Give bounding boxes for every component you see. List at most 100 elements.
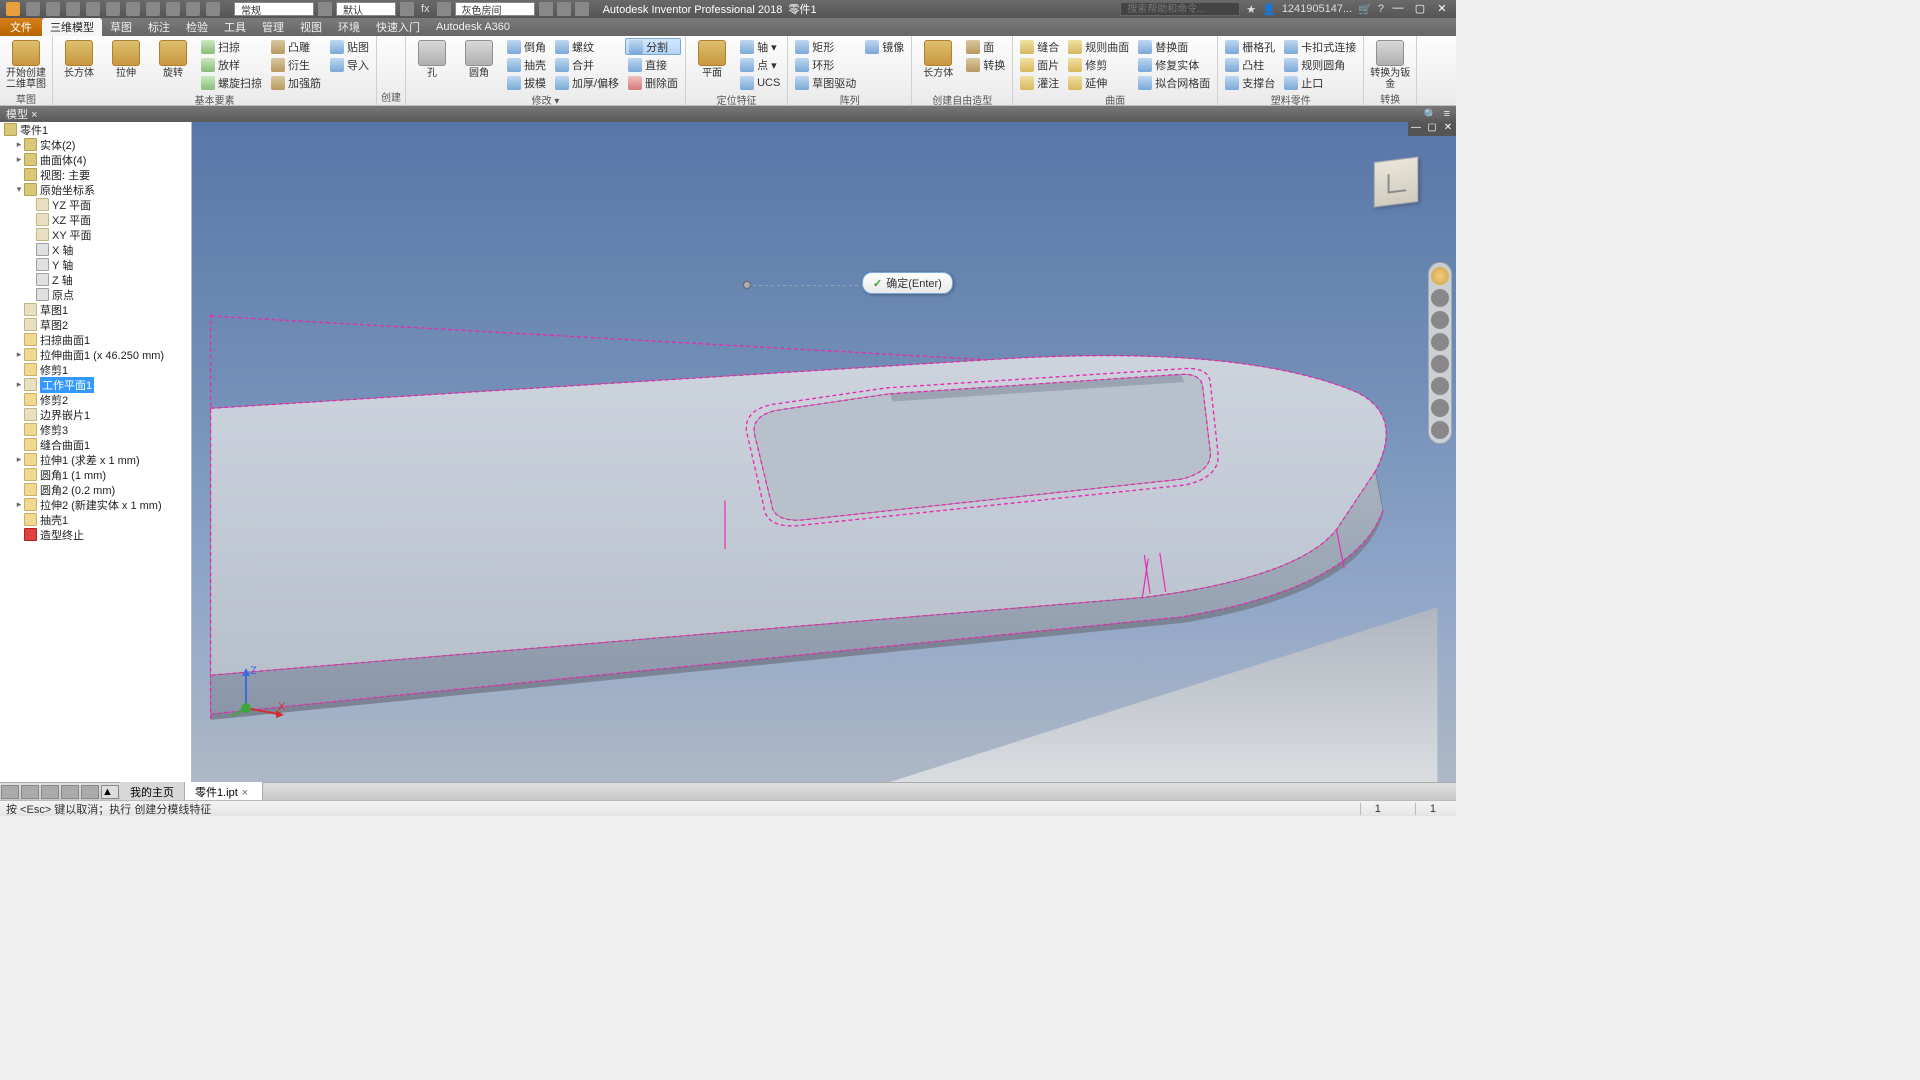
qat-redo-icon[interactable] (106, 2, 120, 16)
ribbon-small-button[interactable]: 导入 (327, 56, 372, 73)
qat-save-icon[interactable] (66, 2, 80, 16)
qat-icon[interactable] (186, 2, 200, 16)
ribbon-small-button[interactable]: 凸柱 (1222, 56, 1278, 73)
ribbon-small-button[interactable]: 灌注 (1017, 74, 1062, 91)
docbar-icon[interactable] (1, 785, 19, 799)
ribbon-small-button[interactable]: 支撑台 (1222, 74, 1278, 91)
tree-node[interactable]: 圆角2 (0.2 mm) (0, 482, 191, 497)
ribbon-small-button[interactable]: 螺纹 (552, 38, 622, 55)
ribbon-small-button[interactable]: 环形 (792, 56, 859, 73)
ribbon-small-button[interactable]: 衍生 (268, 56, 324, 73)
tree-node[interactable]: 视图: 主要 (0, 167, 191, 182)
tree-node[interactable]: YZ 平面 (0, 197, 191, 212)
tree-node[interactable]: ▸曲面体(4) (0, 152, 191, 167)
tree-node[interactable]: ▸拉伸1 (求差 x 1 mm) (0, 452, 191, 467)
ribbon-small-button[interactable]: 轴 ▾ (737, 38, 783, 55)
zoom-icon[interactable] (1431, 311, 1449, 329)
ribbon-small-button[interactable]: 面片 (1017, 56, 1062, 73)
qat-print-icon[interactable] (126, 2, 140, 16)
ribbon-small-button[interactable]: 镜像 (862, 38, 907, 55)
tree-node[interactable]: ▸实体(2) (0, 137, 191, 152)
tree-node[interactable]: ▸拉伸曲面1 (x 46.250 mm) (0, 347, 191, 362)
model-browser-tree[interactable]: 零件1▸实体(2)▸曲面体(4)视图: 主要▾原始坐标系YZ 平面XZ 平面XY… (0, 122, 192, 782)
ribbon-small-button[interactable]: 修剪 (1065, 56, 1132, 73)
ribbon-big-button[interactable]: 长方体 (916, 38, 960, 90)
ribbon-tab[interactable]: 快速入门 (368, 18, 428, 36)
ribbon-tab[interactable]: 工具 (216, 18, 254, 36)
combo-icon[interactable] (318, 2, 332, 16)
ribbon-big-button[interactable]: 开始创建二维草图 (4, 38, 48, 90)
icon[interactable] (557, 2, 571, 16)
app-icon[interactable] (6, 2, 20, 16)
ribbon-small-button[interactable]: 抽壳 (504, 56, 549, 73)
nav-icon[interactable] (1431, 399, 1449, 417)
ribbon-small-button[interactable]: 卡扣式连接 (1281, 38, 1359, 55)
tree-node[interactable]: 造型终止 (0, 527, 191, 542)
ribbon-small-button[interactable]: 贴图 (327, 38, 372, 55)
search-icon[interactable]: 🔍 (1424, 108, 1438, 121)
ribbon-tab[interactable]: 检验 (178, 18, 216, 36)
ribbon-small-button[interactable]: 矩形 (792, 38, 859, 55)
ribbon-small-button[interactable]: 凸雕 (268, 38, 324, 55)
tree-node[interactable]: X 轴 (0, 242, 191, 257)
star-icon[interactable]: ★ (1246, 3, 1256, 16)
qat-icon[interactable] (166, 2, 180, 16)
restore-button[interactable]: ▢ (1412, 2, 1428, 16)
tree-node[interactable]: 修剪2 (0, 392, 191, 407)
ribbon-small-button[interactable]: 放样 (198, 56, 265, 73)
ribbon-small-button[interactable]: 直接 (625, 56, 681, 73)
ribbon-small-button[interactable]: 合并 (552, 56, 622, 73)
close-button[interactable]: ✕ (1434, 2, 1450, 16)
tree-node[interactable]: Y 轴 (0, 257, 191, 272)
ribbon-small-button[interactable]: 延伸 (1065, 74, 1132, 91)
ribbon-small-button[interactable]: 缝合 (1017, 38, 1062, 55)
ribbon-small-button[interactable]: 螺旋扫掠 (198, 74, 265, 91)
docbar-icon[interactable] (61, 785, 79, 799)
material-combo[interactable]: 常规 (234, 2, 314, 16)
nav-icon[interactable] (1431, 377, 1449, 395)
pan-icon[interactable] (1431, 289, 1449, 307)
nav-icon[interactable] (1431, 421, 1449, 439)
tab-close-icon[interactable]: × (238, 787, 252, 799)
document-tab[interactable]: 零件1.ipt× (185, 782, 263, 802)
home-tab[interactable]: 我的主页 (120, 782, 185, 802)
tree-root[interactable]: 零件1 (0, 122, 191, 137)
tree-node[interactable]: 边界嵌片1 (0, 407, 191, 422)
help-icon[interactable]: ? (1378, 3, 1384, 15)
tree-node[interactable]: 缝合曲面1 (0, 437, 191, 452)
cart-icon[interactable]: 🛒 (1358, 3, 1372, 16)
ribbon-tab[interactable]: 管理 (254, 18, 292, 36)
ribbon-small-button[interactable]: 替换面 (1135, 38, 1213, 55)
tree-node[interactable]: 抽壳1 (0, 512, 191, 527)
ribbon-small-button[interactable]: 规则曲面 (1065, 38, 1132, 55)
help-search-input[interactable] (1120, 2, 1240, 16)
ribbon-small-button[interactable]: 拔模 (504, 74, 549, 91)
tree-node[interactable]: ▸拉伸2 (新建实体 x 1 mm) (0, 497, 191, 512)
ribbon-small-button[interactable]: 规则圆角 (1281, 56, 1359, 73)
ribbon-small-button[interactable]: 草图驱动 (792, 74, 859, 91)
lookat-icon[interactable] (1431, 355, 1449, 373)
tree-node[interactable]: 修剪3 (0, 422, 191, 437)
ribbon-big-button[interactable]: 长方体 (57, 38, 101, 90)
qat-icon[interactable] (206, 2, 220, 16)
minimize-button[interactable]: — (1390, 2, 1406, 16)
ribbon-small-button[interactable]: 拟合网格面 (1135, 74, 1213, 91)
tree-node[interactable]: 草图2 (0, 317, 191, 332)
ribbon-small-button[interactable]: UCS (737, 74, 783, 91)
icon[interactable] (539, 2, 553, 16)
ribbon-small-button[interactable]: 删除面 (625, 74, 681, 91)
steering-wheel-icon[interactable] (1431, 267, 1449, 285)
docbar-icon[interactable] (21, 785, 39, 799)
tree-node[interactable]: XZ 平面 (0, 212, 191, 227)
ribbon-tab[interactable]: 视图 (292, 18, 330, 36)
ribbon-small-button[interactable]: 倒角 (504, 38, 549, 55)
confirm-bubble[interactable]: ✓ 确定(Enter) (862, 272, 953, 294)
viewport[interactable]: — ▢ ✕ (192, 122, 1456, 782)
docbar-up-icon[interactable]: ▲ (101, 785, 119, 799)
menu-icon[interactable]: ≡ (1444, 108, 1450, 121)
fx-icon[interactable] (437, 2, 451, 16)
qat-open-icon[interactable] (46, 2, 60, 16)
ribbon-big-button[interactable]: 圆角 (457, 38, 501, 90)
tree-node[interactable]: 修剪1 (0, 362, 191, 377)
ribbon-tab[interactable]: Autodesk A360 (428, 18, 518, 36)
